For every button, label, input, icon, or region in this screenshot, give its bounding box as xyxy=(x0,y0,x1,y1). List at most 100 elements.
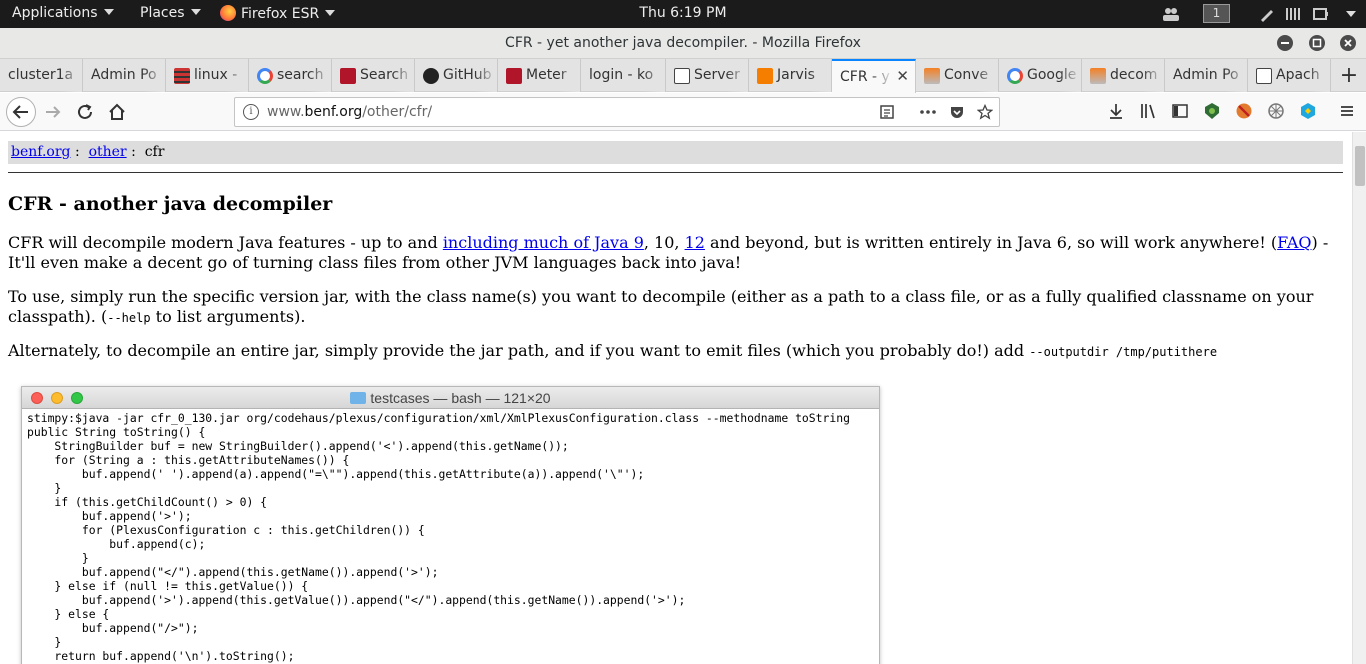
tab[interactable]: cluster1a xyxy=(0,59,83,92)
breadcrumb-separator: : xyxy=(74,144,80,160)
page-content: benf.org : other : cfr CFR - another jav… xyxy=(0,132,1352,664)
forward-button[interactable] xyxy=(40,99,66,125)
google-icon xyxy=(257,68,273,84)
terminal-line: for (PlexusConfiguration c : this.getChi… xyxy=(27,523,425,537)
terminal-line: public String toString() { xyxy=(27,425,206,439)
places-label: Places xyxy=(140,5,185,21)
pocket-icon[interactable] xyxy=(949,104,965,124)
terminal-line: StringBuilder buf = new StringBuilder().… xyxy=(27,439,569,453)
extension-blocker-icon[interactable] xyxy=(1235,102,1253,120)
text: Alternately, to decompile an entire jar,… xyxy=(8,341,1030,360)
extension-green-shield-icon[interactable] xyxy=(1203,102,1221,120)
java12-link[interactable]: 12 xyxy=(685,233,705,252)
blogger-icon xyxy=(757,68,773,84)
workspace-indicator[interactable]: 1 xyxy=(1203,4,1230,23)
url-path: /other/cfr/ xyxy=(362,104,433,120)
close-tab-icon[interactable]: ✕ xyxy=(896,67,909,85)
arrow-right-icon xyxy=(46,106,61,118)
tab[interactable]: Apach xyxy=(1248,59,1331,92)
new-tab-button[interactable]: + xyxy=(1337,63,1361,88)
applications-label: Applications xyxy=(12,5,98,21)
usage-paragraph: To use, simply run the specific version … xyxy=(8,287,1338,328)
reload-button[interactable] xyxy=(72,99,98,125)
url-prefix: www. xyxy=(267,104,305,120)
back-button[interactable] xyxy=(6,97,36,127)
folder-icon xyxy=(350,392,367,404)
hamburger-menu-icon[interactable] xyxy=(1338,102,1356,120)
url-bar[interactable]: i www.benf.org/other/cfr/ xyxy=(234,97,1000,127)
firefox-app-menu[interactable]: Firefox ESR xyxy=(220,5,336,22)
horizontal-rule xyxy=(8,172,1343,173)
arrow-left-icon xyxy=(12,105,28,119)
tab[interactable]: Google xyxy=(999,59,1082,92)
text: CFR will decompile modern Java features … xyxy=(8,233,443,252)
java9-link[interactable]: including much of Java 9 xyxy=(443,233,644,252)
tab[interactable]: Meter xyxy=(498,59,581,92)
terminal-line: buf.append(' ').append(a).append("=\"").… xyxy=(27,467,645,481)
window-titlebar[interactable]: CFR - yet another java decompiler. - Moz… xyxy=(0,28,1366,59)
terminal-screenshot: testcases — bash — 121×20 stimpy:$java -… xyxy=(21,386,880,664)
reload-icon xyxy=(78,104,92,119)
tab[interactable]: GitHub xyxy=(415,59,498,92)
sidebar-icon[interactable] xyxy=(1171,102,1189,120)
users-icon[interactable] xyxy=(1162,5,1180,23)
tab[interactable]: Admin Po xyxy=(83,59,166,92)
extension-network-icon[interactable] xyxy=(1267,102,1285,120)
page-scrollbar[interactable] xyxy=(1352,132,1366,664)
tab[interactable]: Admin Po xyxy=(1165,59,1248,92)
download-icon[interactable] xyxy=(1107,102,1125,120)
library-icon[interactable] xyxy=(1139,102,1157,120)
close-window-button[interactable] xyxy=(1340,35,1356,51)
scrollbar-thumb[interactable] xyxy=(1355,146,1365,186)
image-icon xyxy=(1256,68,1272,84)
bookmark-star-icon[interactable] xyxy=(976,103,994,124)
text: to list arguments). xyxy=(150,307,306,326)
extension-blue-cube-icon[interactable] xyxy=(1299,102,1317,120)
url-text[interactable]: www.benf.org/other/cfr/ xyxy=(267,104,432,120)
terminal-title: testcases — bash — 121×20 xyxy=(22,390,879,406)
chevron-down-icon xyxy=(103,9,114,15)
tab[interactable]: search xyxy=(249,59,332,92)
volume-icon[interactable] xyxy=(1284,5,1302,23)
page-actions-icon[interactable] xyxy=(919,104,937,124)
tab[interactable]: decom xyxy=(1082,59,1165,92)
tab-active[interactable]: CFR - y ✕ xyxy=(832,59,916,93)
reader-view-icon[interactable] xyxy=(879,104,895,124)
breadcrumb-link-other[interactable]: other xyxy=(89,144,127,160)
stackoverflow-icon xyxy=(924,68,940,84)
battery-icon[interactable] xyxy=(1312,5,1330,23)
tab[interactable]: Server xyxy=(666,59,749,92)
terminal-output: stimpy:$java -jar cfr_0_130.jar org/code… xyxy=(27,411,877,663)
applications-menu[interactable]: Applications xyxy=(12,5,114,21)
chevron-down-icon xyxy=(325,10,336,16)
apache-icon xyxy=(506,68,522,84)
minimize-button[interactable] xyxy=(1277,35,1293,51)
tab[interactable]: Jarvis xyxy=(749,59,832,92)
breadcrumb-link-benf[interactable]: benf.org xyxy=(11,144,70,160)
places-menu[interactable]: Places xyxy=(140,5,201,21)
terminal-line: } xyxy=(27,481,62,495)
intro-paragraph: CFR will decompile modern Java features … xyxy=(8,233,1338,273)
firefox-icon xyxy=(220,5,236,21)
window-title: CFR - yet another java decompiler. - Moz… xyxy=(505,35,861,51)
info-icon[interactable]: i xyxy=(243,104,259,120)
maximize-button[interactable] xyxy=(1309,35,1325,51)
system-menu-chevron-icon[interactable] xyxy=(1346,11,1356,17)
tab[interactable]: Conve xyxy=(916,59,999,92)
tab[interactable]: linux - xyxy=(166,59,249,92)
stackexchange-icon xyxy=(174,68,190,84)
tab[interactable]: login - ko xyxy=(581,59,666,92)
breadcrumb-current: cfr xyxy=(144,144,165,160)
terminal-line: } xyxy=(27,635,62,649)
chevron-down-icon xyxy=(190,9,201,15)
tab[interactable]: Search xyxy=(332,59,415,92)
terminal-line: buf.append("/>"); xyxy=(27,621,199,635)
gnome-top-bar: Applications Places Firefox ESR Thu 6:19… xyxy=(0,0,1366,28)
faq-link[interactable]: FAQ xyxy=(1277,233,1311,252)
pen-icon[interactable] xyxy=(1258,5,1276,23)
home-button[interactable] xyxy=(104,99,130,125)
terminal-line: buf.append('>').append(this.getValue()).… xyxy=(27,593,686,607)
image-icon xyxy=(674,68,690,84)
terminal-line: for (String a : this.getAttributeNames()… xyxy=(27,453,350,467)
google-icon xyxy=(1007,68,1023,84)
